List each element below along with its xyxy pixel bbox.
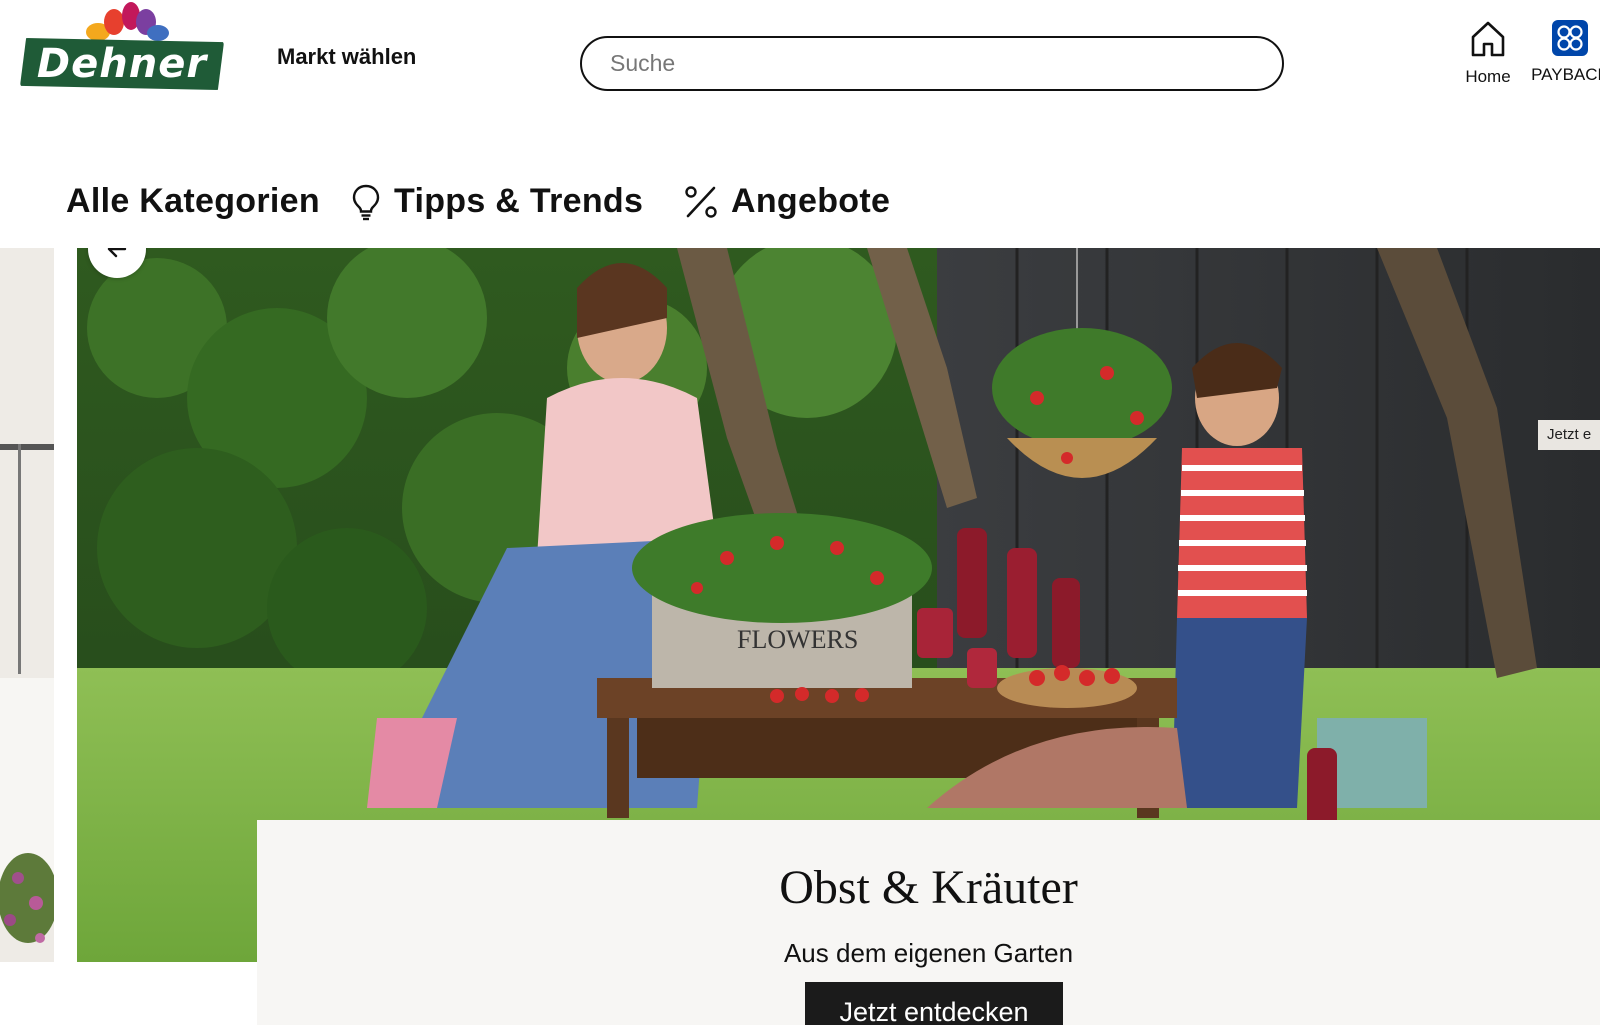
nav-tips-trends-label: Tipps & Trends xyxy=(394,182,644,220)
previous-slide-preview[interactable] xyxy=(0,248,54,962)
nav-tips-trends[interactable]: Tipps & Trends xyxy=(350,182,643,221)
discover-now-button[interactable]: Jetzt entdecken xyxy=(805,982,1063,1025)
logo-petals xyxy=(86,2,169,41)
hero-subtitle: Aus dem eigenen Garten xyxy=(783,938,1074,968)
logo-badge: Dehner xyxy=(20,38,224,90)
nav-offers-label: Angebote xyxy=(731,182,891,220)
hero-carousel: FLOWERS Jetzt e Obst & Kräuter Aus dem e… xyxy=(0,248,1600,1025)
logo-text: Dehner xyxy=(36,41,208,87)
arrow-left-icon xyxy=(107,248,127,258)
nav-all-categories[interactable]: Alle Kategorien xyxy=(66,182,320,221)
lightbulb-icon xyxy=(352,184,380,220)
planter-text: FLOWERS xyxy=(737,625,858,654)
next-slide-cta-peek[interactable]: Jetzt e xyxy=(1538,420,1600,450)
previous-slide-image xyxy=(0,248,54,962)
dehner-logo[interactable]: Dehner xyxy=(18,2,226,90)
search-input[interactable] xyxy=(608,49,1256,78)
payback-label: PAYBACK xyxy=(1531,65,1600,84)
market-select-link[interactable]: Markt wählen xyxy=(277,44,416,70)
home-label: Home xyxy=(1465,67,1511,86)
payback-button[interactable]: PAYBACK xyxy=(1520,20,1600,85)
hero-title: Obst & Kräuter xyxy=(779,861,1078,914)
main-nav: Alle Kategorien Tipps & Trends Angebote xyxy=(0,160,1600,248)
percent-icon xyxy=(685,185,717,218)
home-button[interactable]: Home xyxy=(1450,20,1526,87)
hero-content-box: Obst & Kräuter Aus dem eigenen Garten Je… xyxy=(257,820,1600,1025)
payback-icon xyxy=(1552,20,1588,56)
nav-all-categories-label: Alle Kategorien xyxy=(66,182,320,220)
nav-offers[interactable]: Angebote xyxy=(683,182,890,221)
search-bar[interactable] xyxy=(580,36,1284,91)
home-icon xyxy=(1471,21,1505,57)
site-header: Dehner Markt wählen Home PAYBACK xyxy=(0,0,1600,130)
